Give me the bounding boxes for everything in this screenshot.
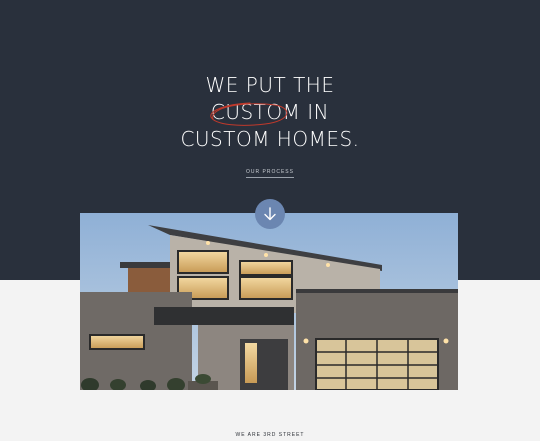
headline-custom-text: CUSTOM xyxy=(210,100,301,124)
headline-line-1: WE PUT THE xyxy=(205,73,335,97)
house-photo xyxy=(80,213,458,390)
headline-custom-word: CUSTOM xyxy=(210,99,301,126)
section-label-we-are-3rd-street: WE ARE 3RD STREET xyxy=(235,432,305,438)
hero-headline: WE PUT THE CUSTOM IN CUSTOM HOMES. xyxy=(0,72,540,153)
page: WE PUT THE CUSTOM IN CUSTOM HOMES. OUR P… xyxy=(0,0,540,441)
headline-line-2: CUSTOM IN xyxy=(0,99,540,126)
our-process-wrap: OUR PROCESS xyxy=(0,160,540,178)
scroll-down-button[interactable] xyxy=(255,199,285,229)
our-process-link[interactable]: OUR PROCESS xyxy=(246,169,294,178)
headline-in-text: IN xyxy=(300,100,330,124)
headline-line-3: CUSTOM HOMES. xyxy=(180,127,360,151)
arrow-down-icon xyxy=(264,207,276,221)
